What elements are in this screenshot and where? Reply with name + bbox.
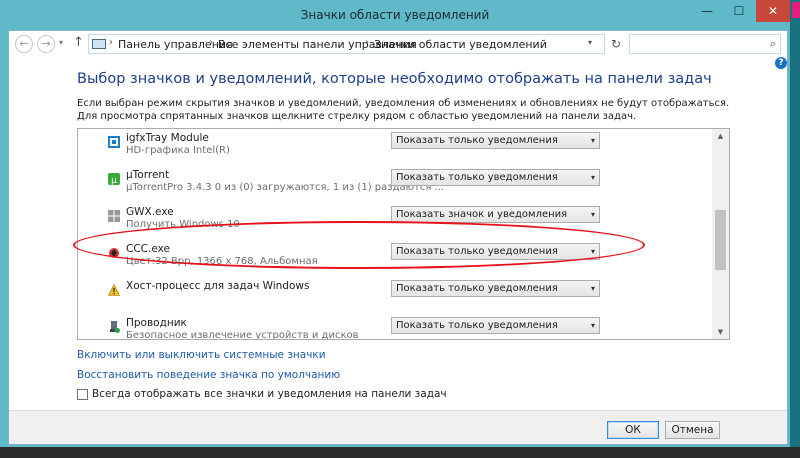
list-item: Хост-процесс для задач Windows Показать … [78, 277, 712, 314]
ok-button[interactable]: ОК [607, 421, 659, 439]
app-description: HD-графика Intel(R) [126, 145, 230, 156]
background-window [0, 447, 800, 458]
always-show-label: Всегда отображать все значки и уведомлен… [92, 388, 447, 400]
list-item: Проводник Безопасное извлечение устройст… [78, 314, 712, 340]
chevron-down-icon: ▾ [590, 173, 595, 182]
back-button[interactable]: ← [15, 35, 33, 53]
title-bar[interactable]: Значки области уведомлений — ☐ ✕ [0, 0, 790, 30]
page-title: Выбор значков и уведомлений, которые нео… [77, 71, 712, 87]
behavior-select[interactable]: Показать значок и уведомления ▾ [391, 206, 600, 223]
scrollbar-thumb[interactable] [715, 210, 726, 270]
chevron-down-icon: ▾ [590, 284, 595, 293]
search-icon[interactable]: ⌕ [770, 37, 776, 51]
safely-remove-icon [110, 321, 120, 333]
refresh-icon[interactable]: ↻ [607, 34, 625, 54]
list-item: igfxTray Module HD-графика Intel(R) Пока… [78, 129, 712, 166]
always-show-option[interactable]: Всегда отображать все значки и уведомлен… [77, 388, 447, 404]
desktop-background [790, 0, 800, 458]
svg-text:µ: µ [111, 176, 117, 185]
scroll-up-icon[interactable]: ▲ [712, 129, 729, 143]
minimize-button[interactable]: — [692, 0, 722, 22]
page-description: Если выбран режим скрытия значков и увед… [77, 98, 730, 122]
behavior-select[interactable]: Показать только уведомления ▾ [391, 280, 600, 297]
behavior-select[interactable]: Показать только уведомления ▾ [391, 169, 600, 186]
behavior-value: Показать только уведомления [396, 135, 558, 146]
intel-graphics-icon [108, 136, 120, 148]
address-bar[interactable]: › Панель управления › Все элементы панел… [88, 34, 605, 54]
behavior-value: Показать только уведомления [396, 320, 558, 331]
restore-default-link[interactable]: Восстановить поведение значка по умолчан… [77, 369, 340, 381]
content-area: ← → ▾ ↑ › Панель управления › Все элемен… [8, 30, 788, 445]
up-button[interactable]: ↑ [73, 35, 84, 50]
system-icons-link[interactable]: Включить или выключить системные значки [77, 349, 326, 361]
app-name: Хост-процесс для задач Windows [126, 280, 310, 292]
app-name: GWX.exe [126, 206, 174, 218]
recent-locations-dropdown[interactable]: ▾ [59, 38, 63, 47]
chevron-down-icon: ▾ [590, 136, 595, 145]
red-highlight-annotation [73, 221, 645, 269]
cancel-button[interactable]: Отмена [665, 421, 720, 439]
navigation-bar: ← → ▾ ↑ › Панель управления › Все элемен… [9, 31, 787, 57]
windows-logo-icon [108, 210, 120, 222]
search-input[interactable]: ⌕ [629, 34, 781, 54]
help-icon[interactable]: ? [775, 57, 787, 69]
breadcrumb-separator: › [365, 37, 369, 48]
chevron-down-icon: ▾ [590, 210, 595, 219]
behavior-value: Показать значок и уведомления [396, 209, 568, 220]
list-item: µ µTorrent µTorrentPro 3.4.3 0 из (0) за… [78, 166, 712, 203]
behavior-value: Показать только уведомления [396, 283, 558, 294]
behavior-value: Показать только уведомления [396, 172, 558, 183]
app-name: Проводник [126, 317, 187, 329]
utorrent-icon: µ [108, 173, 120, 185]
breadcrumb-separator: › [109, 37, 113, 48]
always-show-checkbox[interactable] [77, 389, 88, 400]
control-panel-icon [92, 39, 106, 49]
background-window-edge [792, 2, 800, 18]
warning-icon [108, 284, 120, 296]
breadcrumb-control-panel[interactable]: Панель управления [118, 38, 233, 51]
window-title: Значки области уведомлений [300, 8, 490, 22]
dialog-window: Значки области уведомлений — ☐ ✕ ← → ▾ ↑… [0, 0, 790, 447]
address-dropdown-icon[interactable]: ▾ [588, 38, 592, 47]
chevron-down-icon: ▾ [590, 321, 595, 330]
app-description: Безопасное извлечение устройств и дисков [126, 330, 359, 340]
behavior-select[interactable]: Показать только уведомления ▾ [391, 132, 600, 149]
breadcrumb-notification-icons[interactable]: Значки области уведомлений [374, 38, 547, 51]
dialog-footer: ОК Отмена [9, 410, 787, 444]
breadcrumb-separator: › [209, 37, 213, 48]
close-button[interactable]: ✕ [756, 0, 790, 22]
maximize-button[interactable]: ☐ [724, 0, 754, 22]
scroll-down-icon[interactable]: ▼ [712, 325, 729, 339]
list-scrollbar[interactable]: ▲ ▼ [712, 129, 729, 339]
app-name: igfxTray Module [126, 132, 209, 144]
app-name: µTorrent [126, 169, 170, 181]
behavior-select[interactable]: Показать только уведомления ▾ [391, 317, 600, 334]
forward-button[interactable]: → [37, 35, 55, 53]
